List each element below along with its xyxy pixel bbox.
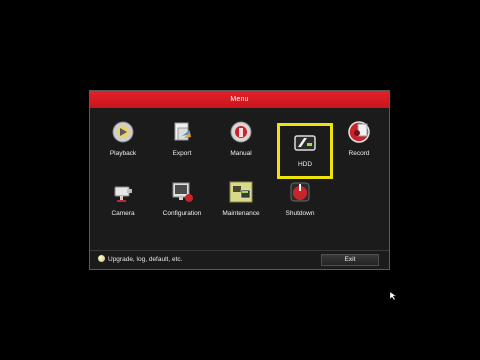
menu-item-label: Camera xyxy=(111,210,135,217)
menu-item-record[interactable]: Record xyxy=(331,112,387,168)
dialog-title: Menu xyxy=(90,91,389,108)
menu-item-label: HDD xyxy=(297,161,313,168)
menu-item-playback[interactable]: Playback xyxy=(95,112,151,168)
configuration-icon xyxy=(172,182,193,202)
menu-item-configuration[interactable]: Configuration xyxy=(154,172,210,228)
menu-item-label: Playback xyxy=(109,150,137,157)
menu-item-label: Maintenance xyxy=(222,210,260,217)
menu-grid: Playback Export Manual HDD Record Camera… xyxy=(90,108,389,250)
export-icon xyxy=(174,122,191,141)
menu-item-label: Record xyxy=(348,150,370,157)
menu-item-label: Configuration xyxy=(162,210,202,217)
main-menu-dialog: Menu Playback Export Manual HDD Record C… xyxy=(89,90,390,270)
shutdown-icon xyxy=(290,182,310,202)
info-dot-icon xyxy=(98,255,105,262)
mouse-pointer-icon xyxy=(390,292,396,300)
manual-icon xyxy=(230,121,252,143)
menu-item-export[interactable]: Export xyxy=(154,112,210,168)
maintenance-icon xyxy=(229,181,253,203)
menu-item-manual[interactable]: Manual xyxy=(213,112,269,168)
playback-icon xyxy=(112,121,134,143)
menu-item-shutdown[interactable]: Shutdown xyxy=(272,172,328,228)
dialog-footer: Upgrade, log, default, etc. Exit xyxy=(90,250,389,269)
status-hint: Upgrade, log, default, etc. xyxy=(98,255,182,265)
exit-button[interactable]: Exit xyxy=(321,254,379,266)
record-icon xyxy=(348,121,370,143)
menu-item-label: Manual xyxy=(230,150,252,157)
menu-item-maintenance[interactable]: Maintenance xyxy=(213,172,269,228)
menu-item-camera[interactable]: Camera xyxy=(95,172,151,228)
menu-item-label: Shutdown xyxy=(285,210,315,217)
menu-item-label: Export xyxy=(172,150,192,157)
hdd-icon xyxy=(294,135,316,151)
hint-text: Upgrade, log, default, etc. xyxy=(108,256,183,263)
camera-icon xyxy=(114,186,132,202)
